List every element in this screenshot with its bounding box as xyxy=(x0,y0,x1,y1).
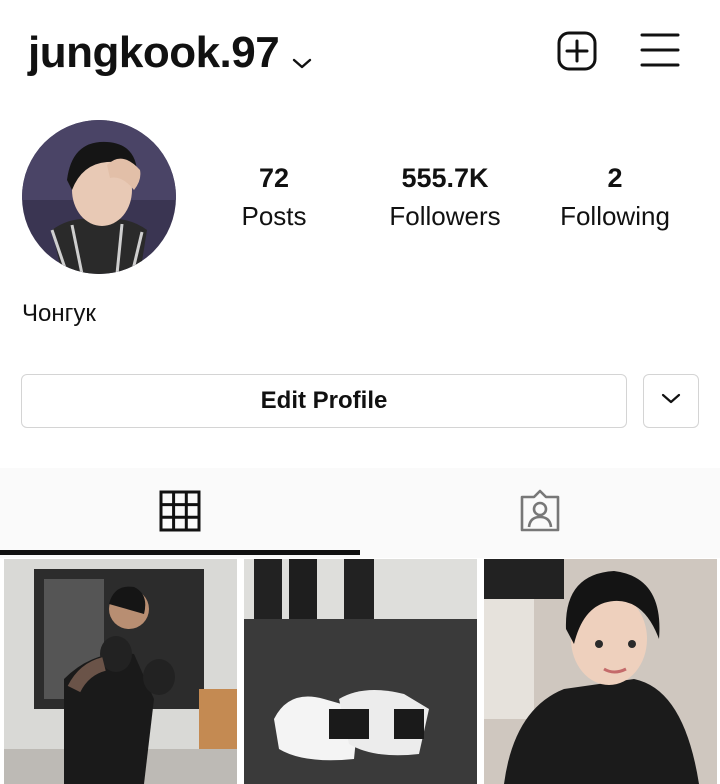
tab-posts-grid[interactable] xyxy=(0,468,360,558)
following-count: 2 xyxy=(607,163,623,193)
chevron-down-icon xyxy=(291,32,313,82)
menu-icon[interactable] xyxy=(640,30,680,75)
following-stat[interactable]: 2 Following xyxy=(530,160,700,236)
grid-icon xyxy=(159,490,201,537)
tab-tagged[interactable] xyxy=(360,468,720,558)
profile-tabs xyxy=(0,468,720,558)
edit-profile-button[interactable]: Edit Profile xyxy=(21,374,627,428)
followers-label: Followers xyxy=(389,201,501,231)
new-post-icon[interactable] xyxy=(556,30,598,77)
followers-stat[interactable]: 555.7K Followers xyxy=(360,160,530,236)
tagged-icon xyxy=(518,489,562,538)
following-label: Following xyxy=(560,201,670,231)
post-thumbnail[interactable] xyxy=(244,559,477,784)
profile-stats: 72 Posts 555.7K Followers 2 Following xyxy=(0,160,720,240)
posts-label: Posts xyxy=(241,201,307,231)
active-tab-indicator xyxy=(0,550,360,555)
posts-stat[interactable]: 72 Posts xyxy=(189,160,359,236)
display-name: Чонгук xyxy=(22,300,96,327)
post-thumbnail[interactable] xyxy=(4,559,237,784)
post-thumbnail[interactable] xyxy=(484,559,717,784)
suggestions-toggle-button[interactable] xyxy=(643,374,699,428)
post-grid xyxy=(0,559,720,784)
account-switcher[interactable]: jungkook.97 xyxy=(28,24,313,82)
posts-count: 72 xyxy=(258,163,290,193)
profile-header: jungkook.97 xyxy=(0,0,720,100)
chevron-down-icon xyxy=(661,392,681,410)
username: jungkook.97 xyxy=(28,28,280,77)
followers-count: 555.7K xyxy=(401,163,489,193)
